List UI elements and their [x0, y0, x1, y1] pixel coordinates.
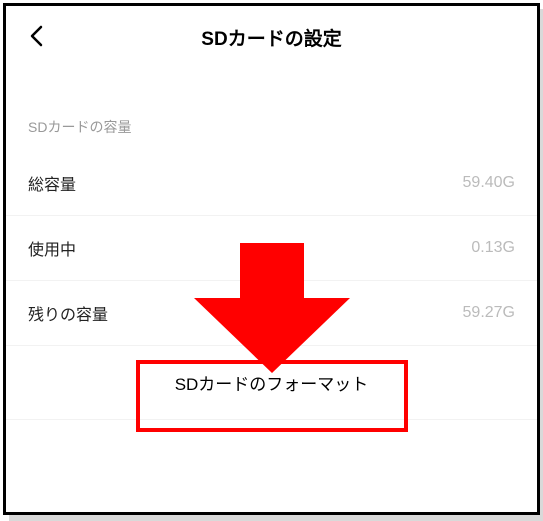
row-value: 59.40G [463, 174, 515, 192]
row-remaining: 残りの容量 59.27G [6, 281, 537, 346]
app-screen: SDカードの設定 SDカードの容量 総容量 59.40G 使用中 0.13G 残… [3, 3, 540, 515]
back-button[interactable] [24, 24, 48, 48]
section-header-capacity: SDカードの容量 [6, 67, 537, 151]
row-total-capacity: 総容量 59.40G [6, 151, 537, 216]
row-label: 総容量 [28, 171, 76, 195]
chevron-left-icon [29, 25, 43, 47]
row-label: 残りの容量 [28, 301, 108, 325]
row-value: 59.27G [463, 304, 515, 322]
header: SDカードの設定 [6, 6, 537, 67]
row-label: 使用中 [28, 236, 76, 260]
row-format-sd[interactable]: SDカードのフォーマット [6, 346, 537, 420]
format-label: SDカードのフォーマット [175, 375, 369, 394]
page-title: SDカードの設定 [26, 24, 517, 51]
row-value: 0.13G [471, 239, 515, 257]
row-used: 使用中 0.13G [6, 216, 537, 281]
